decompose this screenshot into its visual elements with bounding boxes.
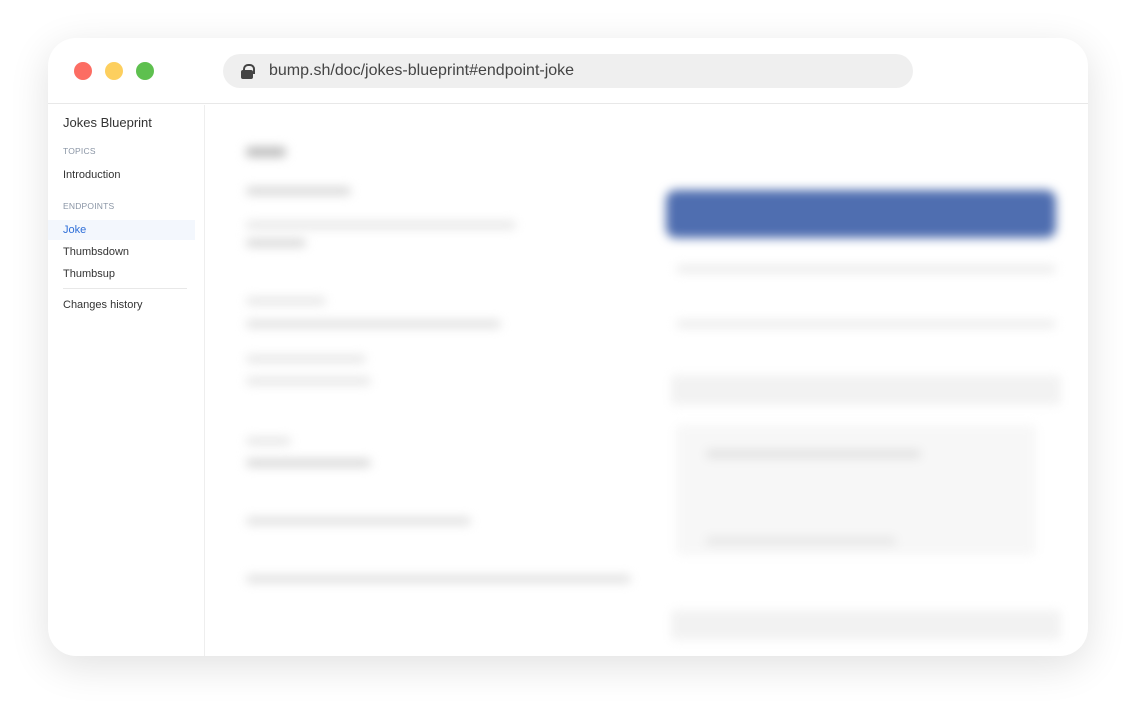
close-button[interactable] xyxy=(74,62,92,80)
section-endpoints: ENDPOINTS xyxy=(63,201,115,211)
sidebar-item-changes-history[interactable]: Changes history xyxy=(48,295,204,315)
url-text: bump.sh/doc/jokes-blueprint#endpoint-jok… xyxy=(269,62,575,79)
section-topics: TOPICS xyxy=(63,146,96,156)
divider xyxy=(63,288,187,289)
address-bar[interactable]: bump.sh/doc/jokes-blueprint#endpoint-jok… xyxy=(223,54,913,88)
sidebar-item-thumbsdown[interactable]: Thumbsdown xyxy=(48,242,204,262)
title-bar: bump.sh/doc/jokes-blueprint#endpoint-jok… xyxy=(48,38,1088,104)
sidebar-item-thumbsup[interactable]: Thumbsup xyxy=(48,264,204,284)
sidebar-item-joke[interactable]: Joke xyxy=(48,220,195,240)
sidebar: Jokes Blueprint TOPICS Introduction ENDP… xyxy=(48,105,205,656)
sidebar-item-introduction[interactable]: Introduction xyxy=(48,165,204,185)
sidebar-title[interactable]: Jokes Blueprint xyxy=(48,115,204,130)
lock-icon xyxy=(241,63,255,79)
blurred-content xyxy=(206,105,1088,656)
browser-window: bump.sh/doc/jokes-blueprint#endpoint-jok… xyxy=(48,38,1088,656)
maximize-button[interactable] xyxy=(136,62,154,80)
minimize-button[interactable] xyxy=(105,62,123,80)
